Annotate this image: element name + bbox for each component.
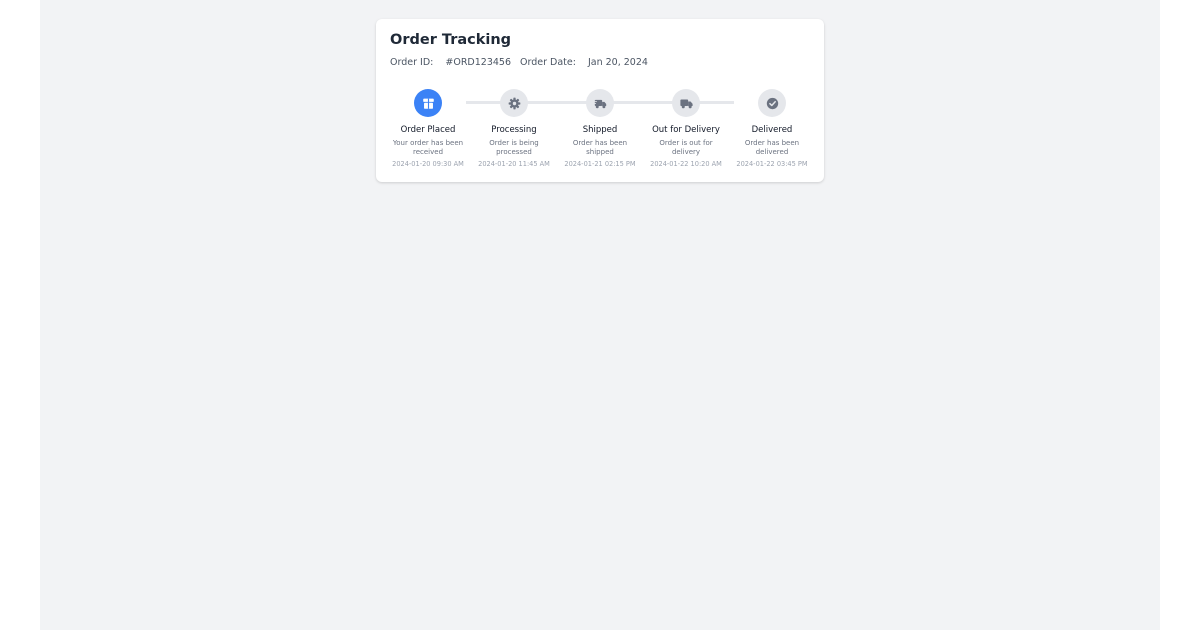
step-timestamp: 2024-01-22 03:45 PM (736, 160, 808, 168)
order-tracking-card: Order Tracking Order ID: #ORD123456 Order… (376, 19, 824, 182)
step-out-for-delivery: Out for Delivery Order is out for delive… (644, 89, 728, 169)
step-description: Your order has been received (392, 139, 464, 156)
step-shipped-marker (586, 89, 614, 117)
step-title: Delivered (751, 125, 793, 135)
order-id-value: #ORD123456 (445, 57, 511, 68)
step-order-placed: Order Placed Your order has been receive… (386, 89, 470, 169)
order-date-label: Order Date: (520, 57, 576, 68)
step-description: Order is being processed (489, 139, 539, 156)
step-title: Order Placed (400, 125, 456, 135)
order-id: Order ID: #ORD123456 (390, 57, 511, 68)
step-delivered-marker (758, 89, 786, 117)
step-delivered: Delivered Order has been delivered 2024-… (730, 89, 814, 169)
order-date: Order Date: Jan 20, 2024 (520, 57, 648, 68)
step-title: Processing (491, 125, 537, 135)
step-processing-marker (500, 89, 528, 117)
step-out-for-delivery-marker (672, 89, 700, 117)
step-title: Shipped (582, 125, 618, 135)
gear-icon (508, 97, 521, 110)
shipping-truck-icon (593, 97, 607, 110)
box-icon (422, 97, 435, 110)
step-shipped: Shipped Order has been shipped 2024-01-2… (558, 89, 642, 169)
order-meta: Order ID: #ORD123456 Order Date: Jan 20, … (390, 57, 648, 68)
page-background: Order Tracking Order ID: #ORD123456 Order… (40, 0, 1160, 630)
step-timestamp: 2024-01-21 02:15 PM (564, 160, 636, 168)
delivery-truck-icon (679, 97, 693, 110)
step-processing: Processing Order is being processed 2024… (472, 89, 556, 169)
step-timestamp: 2024-01-20 09:30 AM (392, 160, 464, 168)
order-date-value: Jan 20, 2024 (587, 57, 648, 68)
step-timestamp: 2024-01-22 10:20 AM (650, 160, 722, 168)
step-title: Out for Delivery (652, 125, 720, 135)
page-title: Order Tracking (390, 32, 512, 48)
step-timestamp: 2024-01-20 11:45 AM (478, 160, 550, 168)
check-circle-icon (766, 97, 779, 110)
step-order-placed-marker (414, 89, 442, 117)
step-description: Order has been shipped (572, 139, 628, 156)
order-id-label: Order ID: (390, 57, 434, 68)
step-description: Order is out for delivery (659, 139, 713, 156)
step-description: Order has been delivered (744, 139, 800, 156)
